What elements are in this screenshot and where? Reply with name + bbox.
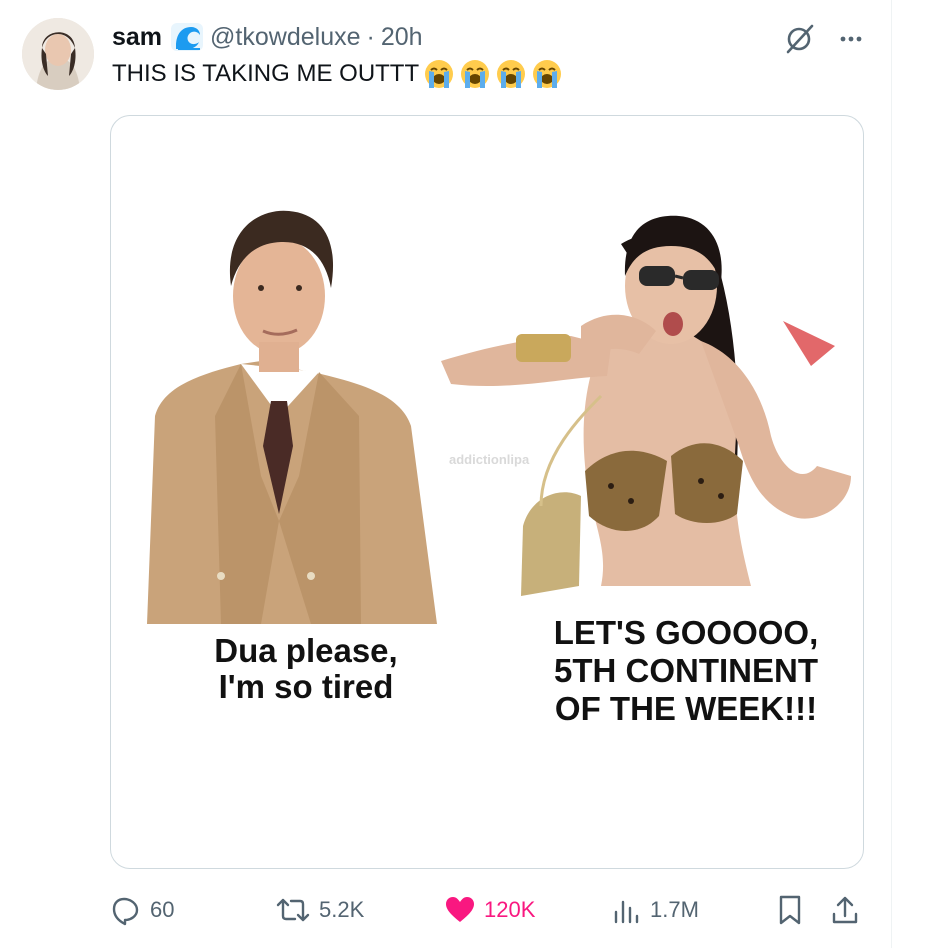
action-bar: 60 5.2K 120K 1.7M xyxy=(0,888,891,932)
share-icon[interactable] xyxy=(830,894,860,926)
bookmark-icon[interactable] xyxy=(776,894,804,926)
tweet-text-content: THIS IS TAKING ME OUTTT xyxy=(112,60,420,87)
like-button[interactable]: 120K xyxy=(444,888,535,932)
avatar[interactable] xyxy=(22,18,94,90)
watermark: addictionlipa xyxy=(449,452,530,467)
reply-count: 60 xyxy=(150,897,175,922)
left-caption-line: Dua please, xyxy=(214,632,398,669)
tweet-header: sam @tkowdeluxe · 20h xyxy=(112,20,423,54)
reply-icon xyxy=(112,897,139,926)
separator-dot: · xyxy=(366,22,375,51)
left-caption: Dua please, I'm so tired xyxy=(111,633,501,705)
right-caption-line: LET'S GOOOOO, xyxy=(553,614,819,651)
user-handle[interactable]: @tkowdeluxe xyxy=(210,23,360,52)
loudly-crying-face-icon xyxy=(461,60,490,88)
views-icon xyxy=(614,900,639,924)
grok-icon[interactable] xyxy=(782,22,816,56)
reply-button[interactable]: 60 xyxy=(110,888,174,932)
right-caption-line: OF THE WEEK!!! xyxy=(554,690,818,727)
loudly-crying-face-icon xyxy=(497,60,526,88)
more-options-icon[interactable] xyxy=(836,24,866,54)
emoji-row xyxy=(423,58,567,90)
loudly-crying-face-icon xyxy=(425,60,454,88)
loudly-crying-face-icon xyxy=(533,60,562,88)
timestamp[interactable]: 20h xyxy=(381,23,423,52)
views-count: 1.7M xyxy=(650,897,699,922)
heart-icon xyxy=(446,897,474,922)
wave-badge-icon xyxy=(170,22,204,52)
right-caption: LET'S GOOOOO, 5TH CONTINENT OF THE WEEK!… xyxy=(501,614,863,728)
column-divider xyxy=(891,0,892,948)
views-button[interactable]: 1.7M xyxy=(612,888,699,932)
display-name[interactable]: sam xyxy=(112,23,162,52)
tweet-text: THIS IS TAKING ME OUTTT xyxy=(112,58,567,90)
repost-count: 5.2K xyxy=(319,897,365,922)
man-in-suit-image xyxy=(147,210,437,624)
woman-with-sunglasses-image xyxy=(441,215,851,596)
left-caption-line: I'm so tired xyxy=(218,668,394,705)
repost-icon xyxy=(276,898,310,922)
right-caption-line: 5TH CONTINENT xyxy=(554,652,818,689)
media-card[interactable]: addictionlipa Dua please, I'm so tired L… xyxy=(110,115,864,869)
repost-button[interactable]: 5.2K xyxy=(275,888,364,932)
like-count: 120K xyxy=(484,897,536,922)
